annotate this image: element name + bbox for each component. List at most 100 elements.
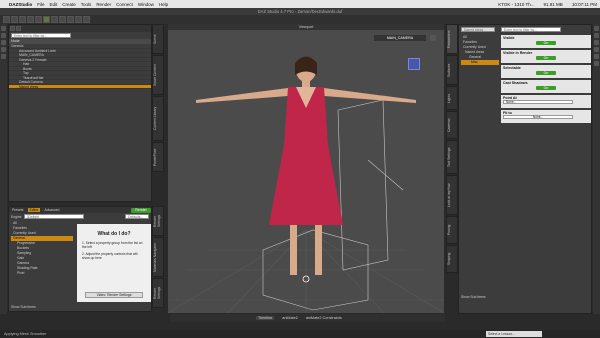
- right-tool-strip: [593, 24, 600, 314]
- tab-cameras[interactable]: Cameras: [446, 111, 458, 139]
- scene-item-selected[interactable]: Naned dress: [9, 84, 151, 89]
- selectable-toggle[interactable]: On: [536, 71, 556, 75]
- menu-connect[interactable]: Connect: [116, 2, 133, 7]
- status-clock[interactable]: 10:07:11 PM: [572, 2, 597, 7]
- cast-shadows-toggle[interactable]: On: [536, 86, 556, 90]
- render-button[interactable]: Render: [131, 207, 151, 213]
- tab-advanced[interactable]: Advanced: [44, 208, 59, 212]
- tab-scene[interactable]: Scene: [152, 24, 164, 54]
- tab-timeline[interactable]: Timeline: [256, 316, 275, 320]
- tab-look-at-my-hair[interactable]: Look at my Hair: [446, 175, 458, 215]
- app-menu[interactable]: DAZStudio: [9, 2, 32, 7]
- viewport[interactable]: MAIN_CAMERA: [168, 30, 444, 313]
- property-point-at: Point At None...: [501, 95, 591, 108]
- defaults-button[interactable]: Defaults...: [125, 214, 149, 219]
- tool-icon-5[interactable]: [594, 54, 599, 59]
- figure-right-leg: [315, 225, 322, 275]
- lesson-select[interactable]: Select a Lesson...: [486, 331, 542, 337]
- left-lower-vertical-tabs: Render Settings Materials Navigator Rend…: [152, 206, 164, 312]
- point-at-select[interactable]: None...: [503, 100, 573, 104]
- menu-create[interactable]: Create: [62, 2, 76, 7]
- menu-edit[interactable]: Edit: [50, 2, 58, 7]
- scene-panel: Enter text to filter by... Node Genesis …: [8, 24, 152, 202]
- camera-selector[interactable]: MAIN_CAMERA: [374, 35, 426, 41]
- tab-animate2[interactable]: aniMate2: [282, 316, 298, 320]
- tab-render-settings-2[interactable]: Render Settings: [152, 278, 164, 308]
- figure-left-leg: [290, 225, 297, 275]
- engine-select[interactable]: 3Delight: [23, 214, 84, 219]
- menu-help[interactable]: Help: [159, 2, 168, 7]
- tab-powerpose[interactable]: PowerPose: [152, 142, 164, 172]
- new-icon[interactable]: [3, 16, 10, 23]
- param-category-selected[interactable]: Misc: [461, 60, 499, 65]
- menu-render[interactable]: Render: [96, 2, 111, 7]
- help-step: 1. Select a property group from the list…: [82, 241, 143, 249]
- tab-surfaces[interactable]: Surfaces: [446, 55, 458, 85]
- fit-to-select[interactable]: None...: [503, 115, 573, 119]
- status-message: Applying Mesh Smoother: [4, 332, 47, 336]
- tab-shaping[interactable]: Shaping: [446, 245, 458, 273]
- show-sub-items[interactable]: Show Sub Items: [11, 305, 36, 309]
- visible-toggle[interactable]: On: [536, 41, 556, 45]
- pose-icon[interactable]: [1, 40, 6, 45]
- tool-icon-4[interactable]: [594, 47, 599, 52]
- camera-icon[interactable]: [1, 54, 6, 59]
- tab-presets[interactable]: Presets: [12, 208, 24, 212]
- viewport-menu-icon[interactable]: [430, 35, 436, 41]
- universal-tool-icon[interactable]: [43, 16, 50, 23]
- main-toolbar: [0, 15, 600, 24]
- video-button[interactable]: Video: Render Settings: [85, 292, 143, 298]
- viewport-scene: [168, 56, 444, 313]
- tool-icon-2[interactable]: [594, 33, 599, 38]
- help-title: What do I do?: [97, 231, 131, 237]
- property-selectable: Selectable On: [501, 65, 591, 78]
- scene-filter-input[interactable]: Enter text to filter by...: [11, 33, 71, 38]
- tab-lights[interactable]: Lights: [446, 86, 458, 110]
- node-tool-icon[interactable]: [75, 16, 82, 23]
- tab-animate2-constraints[interactable]: aniMate2 Constraints: [306, 316, 342, 320]
- node-selector[interactable]: Naned dress: [461, 27, 495, 32]
- floor-grid: [168, 229, 444, 313]
- undo-icon[interactable]: [27, 16, 34, 23]
- macos-menubar: DAZStudio File Edit Create Tools Render …: [0, 0, 600, 8]
- tab-content-library[interactable]: Content Library: [152, 96, 164, 141]
- menu-tools[interactable]: Tools: [81, 2, 92, 7]
- status-area: KTOK - 1310 Th... 91.91 MB 10:07:11 PM: [493, 2, 597, 7]
- tab-render-settings[interactable]: Render Settings: [152, 206, 164, 236]
- tab-parameters[interactable]: Parameters: [446, 24, 458, 54]
- status-user[interactable]: KTOK - 1310 Th...: [498, 2, 534, 7]
- rotate-tool-icon[interactable]: [59, 16, 66, 23]
- figure-left-arm: [196, 88, 288, 103]
- menu-file[interactable]: File: [37, 2, 44, 7]
- redo-icon[interactable]: [35, 16, 42, 23]
- engine-label: Engine: [11, 214, 22, 219]
- light-icon[interactable]: [1, 47, 6, 52]
- tool-icon-6[interactable]: [594, 61, 599, 66]
- tool-icon-3[interactable]: [594, 40, 599, 45]
- open-icon[interactable]: [11, 16, 18, 23]
- content-icon[interactable]: [1, 33, 6, 38]
- tab-smart-content[interactable]: Smart Content: [152, 55, 164, 95]
- menu-window[interactable]: Window: [138, 2, 154, 7]
- help-step: 2. Adjust the property controls that wil…: [82, 252, 138, 260]
- tab-editor[interactable]: Editor: [27, 208, 41, 212]
- render-category[interactable]: Pixel: [11, 271, 73, 276]
- scene-option-icon[interactable]: [10, 26, 15, 31]
- tool-icon-1[interactable]: [594, 26, 599, 31]
- scene-filter-icon[interactable]: [16, 26, 21, 31]
- param-show-sub-items[interactable]: Show Sub Items: [461, 295, 486, 299]
- scale-tool-icon[interactable]: [67, 16, 74, 23]
- render-icon[interactable]: [83, 16, 90, 23]
- view-cube-icon[interactable]: [408, 58, 420, 70]
- tab-posing[interactable]: Posing: [446, 216, 458, 244]
- tab-materials[interactable]: Materials Navigator: [152, 237, 164, 277]
- property-label: Cast Shadows: [503, 81, 528, 85]
- save-icon[interactable]: [19, 16, 26, 23]
- scene-icon[interactable]: [1, 26, 6, 31]
- translate-tool-icon[interactable]: [51, 16, 58, 23]
- param-filter-input[interactable]: Enter text to filter by...: [501, 27, 561, 32]
- left-tool-strip: [0, 24, 7, 314]
- tab-tool-settings[interactable]: Tool Settings: [446, 140, 458, 174]
- property-visible-in-render: Visible in Render On: [501, 50, 591, 63]
- visible-in-render-toggle[interactable]: On: [536, 56, 556, 60]
